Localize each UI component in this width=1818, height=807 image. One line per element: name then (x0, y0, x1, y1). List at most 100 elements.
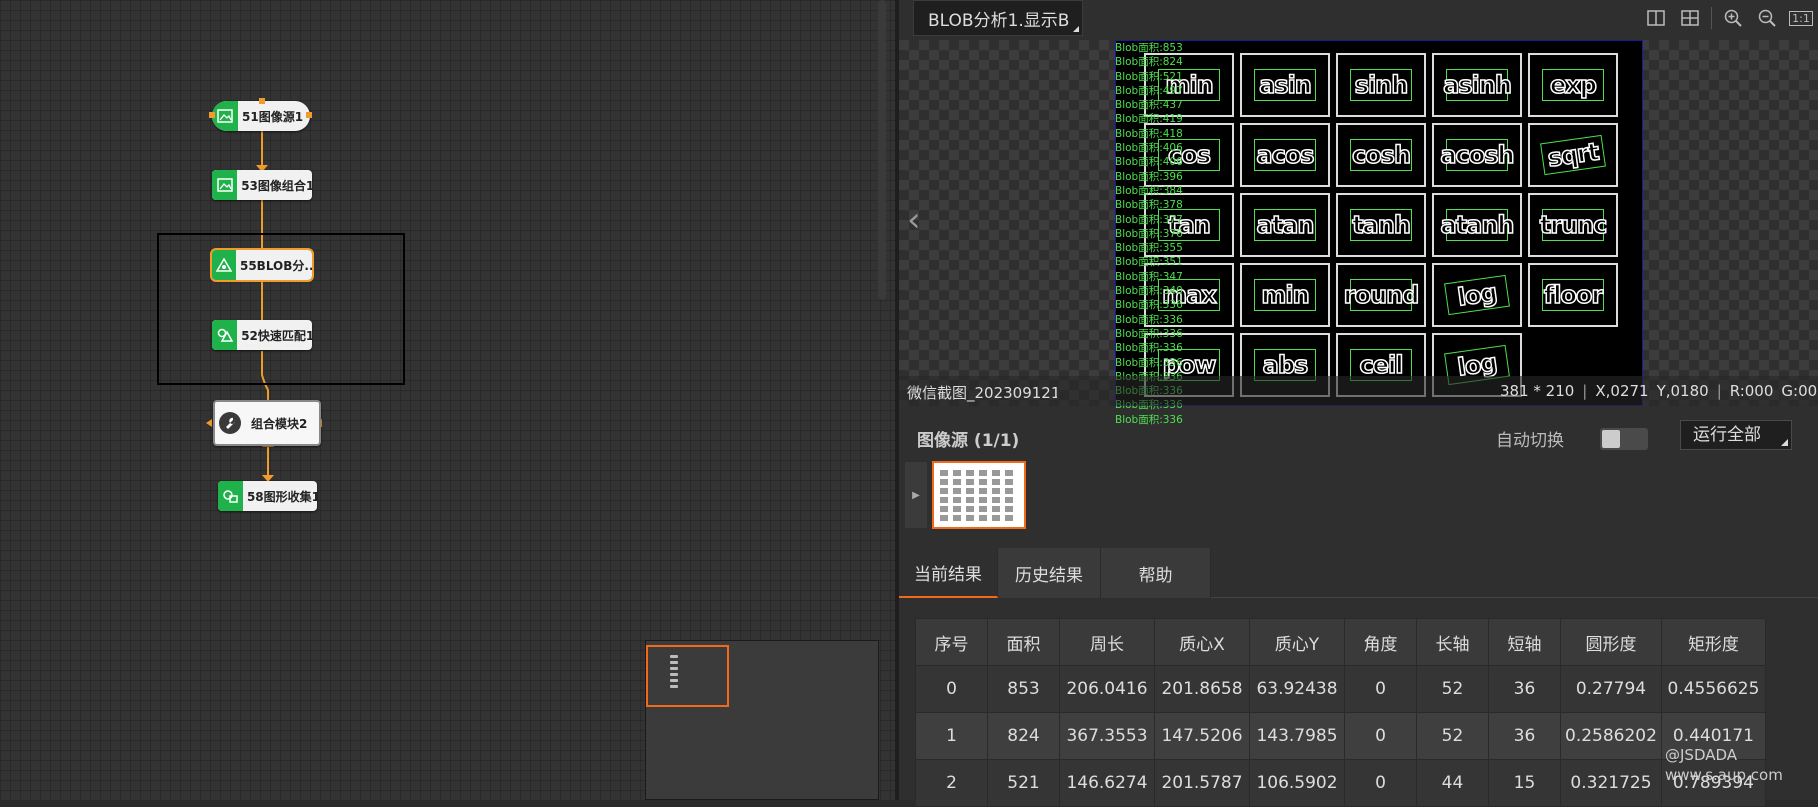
actual-size-label: 1:1 (1789, 10, 1813, 26)
image-tile: acos (1240, 123, 1330, 187)
image-tile: trunc (1528, 193, 1618, 257)
image-thumbnail[interactable] (932, 461, 1026, 529)
display-tab[interactable]: BLOB分析1.显示B (913, 0, 1083, 36)
separator: | (1582, 382, 1588, 400)
tile-word: round (1343, 280, 1420, 310)
flow-canvas[interactable]: 51图像源1 53图像组合1 55BLOB分... 52快速匹配1 组合模块2 (0, 0, 895, 800)
column-header[interactable]: 周长 (1059, 618, 1155, 666)
blob-bounding-box: tanh (1350, 209, 1412, 241)
table-cell: 0.2586202 (1560, 712, 1662, 760)
image-combine-icon (212, 170, 238, 200)
tab-current-result[interactable]: 当前结果 (899, 548, 998, 598)
column-header[interactable]: 角度 (1344, 618, 1417, 666)
column-header[interactable]: 长轴 (1416, 618, 1489, 666)
tile-word: asin (1258, 70, 1312, 100)
image-info-bar: 微信截图_2023091211 381 * 210 | X,0271 Y,018… (899, 376, 1818, 406)
tile-word: sqrt (1545, 137, 1601, 173)
tile-word: exp (1549, 70, 1597, 100)
column-header[interactable]: 质心Y (1249, 618, 1345, 666)
blob-area-label: Blob面积:419 (1115, 113, 1183, 126)
table-cell: 521 (987, 759, 1060, 807)
blob-bounding-box: cosh (1350, 139, 1412, 171)
table-cell: 36 (1488, 665, 1561, 713)
thumbnail-strip: ▶ (905, 460, 1818, 530)
output-port[interactable] (306, 112, 312, 118)
minimap[interactable] (645, 640, 879, 800)
table-row[interactable]: 0 853 206.0416 201.8658 63.92438 0 52 36 0.27794… (915, 665, 1766, 713)
coord-x: X,0271 (1595, 382, 1649, 400)
column-header[interactable]: 短轴 (1488, 618, 1561, 666)
tile-word: atan (1256, 210, 1315, 240)
zoom-out-icon[interactable] (1750, 3, 1784, 33)
table-cell: 2 (915, 759, 988, 807)
column-header[interactable]: 面积 (987, 618, 1060, 666)
image-tile: atan (1240, 193, 1330, 257)
node-image-combine-1[interactable]: 53图像组合1 (212, 170, 312, 200)
table-header-row: 序号 面积 周长 质心X 质心Y 角度 长轴 短轴 圆形度 矩形度 (915, 618, 1766, 666)
blob-bounding-box: sqrt (1540, 134, 1606, 176)
column-header[interactable]: 质心X (1154, 618, 1250, 666)
separator: | (1716, 382, 1722, 400)
node-fast-match-1[interactable]: 52快速匹配1 (212, 320, 312, 350)
crosshair-icon[interactable] (1673, 3, 1707, 33)
tab-help[interactable]: 帮助 (1101, 548, 1211, 598)
blob-area-label: Blob面积:418 (1115, 127, 1183, 140)
blob-area-label: Blob面积:824 (1115, 56, 1183, 69)
minimap-viewport[interactable] (646, 645, 729, 707)
actual-size-icon[interactable]: 1:1 (1784, 3, 1818, 33)
table-cell: 0.4556625 (1660, 665, 1766, 713)
image-tile: sinh (1336, 53, 1426, 117)
display-tab-label: BLOB分析1.显示B (928, 10, 1070, 31)
image-icon (212, 101, 238, 131)
table-row[interactable]: 2 521 146.6274 201.5787 106.5902 0 44 15 0.32172… (915, 759, 1766, 807)
layout-single-icon[interactable] (1639, 3, 1673, 33)
table-cell: 0 (1344, 665, 1417, 713)
pixel-info: 381 * 210 | X,0271 Y,0180 | R:000 G:000 (1500, 382, 1818, 400)
blob-bounding-box: atan (1254, 209, 1316, 241)
image-tile: log (1432, 263, 1522, 327)
table-cell: 36 (1488, 712, 1561, 760)
blob-label-list: Blob面积:853 Blob面积:824 Blob面积:521 Blob面积:497… (1115, 41, 1195, 427)
watermark-line: @JSDADA (1665, 746, 1738, 764)
input-port[interactable] (209, 112, 215, 118)
blob-bounding-box: atanh (1440, 209, 1515, 241)
table-cell: 147.5206 (1154, 712, 1250, 760)
image-tile: round (1336, 263, 1426, 327)
node-shape-collect-1[interactable]: 58图形收集1 (218, 481, 317, 511)
group-module-2[interactable]: 组合模块2 (213, 400, 321, 446)
blob-area-label: Blob面积:340 (1115, 285, 1183, 298)
table-row[interactable]: 1 824 367.3553 147.5206 143.7985 0 52 36 0.25862… (915, 712, 1766, 760)
node-image-source-1[interactable]: 51图像源1 (212, 101, 310, 131)
canvas-scrollbar[interactable] (878, 0, 886, 300)
table-cell: 106.5902 (1249, 759, 1345, 807)
tab-history-result[interactable]: 历史结果 (998, 548, 1101, 598)
zoom-in-icon[interactable] (1716, 3, 1750, 33)
play-icon[interactable]: ▶ (905, 462, 927, 528)
file-name: 微信截图_2023091211 (907, 384, 1057, 402)
image-tile: cosh (1336, 123, 1426, 187)
tile-word: log (1455, 278, 1499, 313)
image-viewer[interactable]: ‹ min asin sinh asinh exp cos acos cosh acosh sqr… (899, 40, 1818, 426)
blob-bounding-box: round (1343, 279, 1420, 311)
run-all-dropdown[interactable]: 运行全部 (1680, 420, 1792, 450)
node-blob-analysis-1[interactable]: 55BLOB分... (210, 248, 314, 282)
blob-bounding-box: asinh (1442, 69, 1513, 101)
column-header[interactable]: 矩形度 (1660, 618, 1766, 666)
blob-area-label: Blob面积:351 (1115, 256, 1183, 269)
column-header[interactable]: 序号 (915, 618, 988, 666)
toolbar-separator (1711, 7, 1712, 29)
tile-word: cosh (1351, 140, 1412, 170)
blob-bounding-box: floor (1542, 279, 1604, 311)
image-tile: asinh (1432, 53, 1522, 117)
table-cell: 201.8658 (1154, 665, 1250, 713)
tile-word: abs (1262, 350, 1309, 380)
top-port[interactable] (259, 98, 265, 104)
table-cell: 52 (1416, 712, 1489, 760)
prev-image-arrow-icon[interactable]: ‹ (907, 200, 921, 240)
column-header[interactable]: 圆形度 (1560, 618, 1662, 666)
right-panel: BLOB分析1.显示B 1:1 ‹ min asin sinh asinh exp cos… (899, 0, 1818, 807)
blob-area-label: Blob面积:355 (1115, 242, 1183, 255)
blob-area-label: Blob面积:437 (1115, 99, 1183, 112)
auto-switch-toggle[interactable] (1600, 428, 1648, 450)
blob-area-label: Blob面积:336 (1115, 342, 1183, 355)
